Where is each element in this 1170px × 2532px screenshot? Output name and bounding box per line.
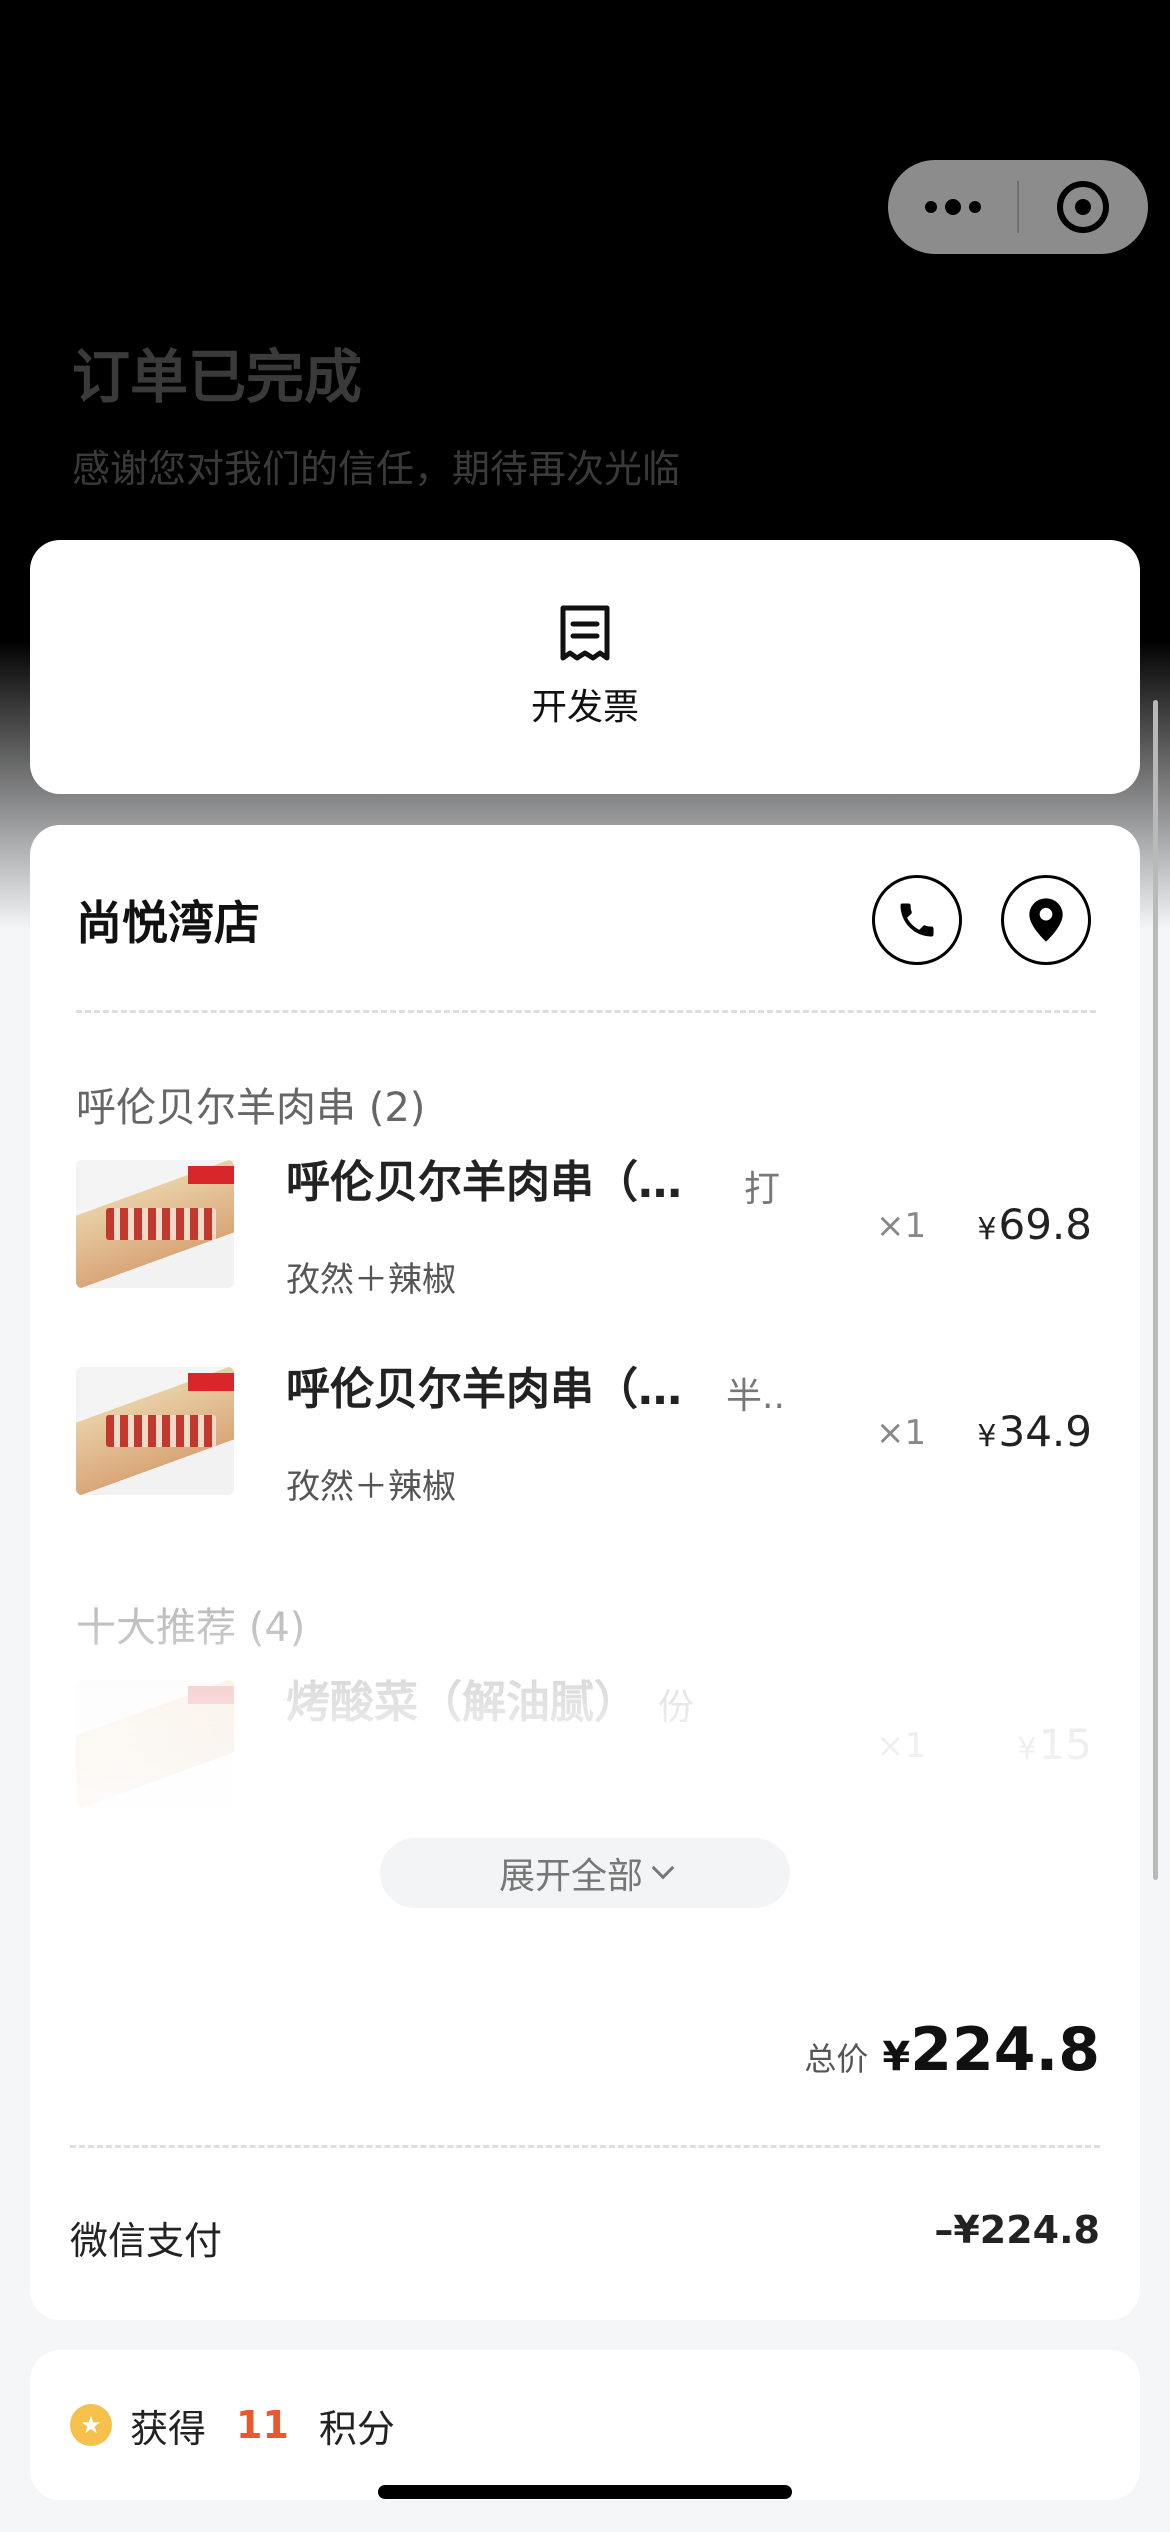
total-currency: ¥ xyxy=(882,2034,911,2080)
scroll-indicator xyxy=(1153,700,1158,1880)
total-value: 224.8 xyxy=(910,2015,1100,2085)
item-price: ¥34.9 xyxy=(977,1407,1092,1456)
close-button[interactable] xyxy=(1019,160,1148,254)
item-thumbnail xyxy=(76,1367,234,1495)
payment-method: 微信支付 xyxy=(70,2219,223,2263)
item-quantity: ×1 xyxy=(876,1413,927,1453)
invoice-button[interactable]: 开发票 xyxy=(30,540,1140,794)
item-price: ¥15 xyxy=(1017,1720,1092,1769)
points-card: ★ 获得 11 积分 xyxy=(30,2350,1140,2500)
section-divider xyxy=(70,2145,1100,2148)
chevron-down-icon xyxy=(651,1856,675,1880)
section-divider xyxy=(76,1010,1096,1013)
mini-program-capsule xyxy=(888,160,1148,254)
item-spec: 份 xyxy=(658,1687,695,1728)
order-item[interactable]: 呼伦贝尔羊肉串（… 打 孜然＋辣椒 ×1 ¥69.8 xyxy=(76,1140,1126,1300)
item-options: 孜然＋辣椒 xyxy=(286,1467,456,1507)
store-location-button[interactable] xyxy=(1001,875,1091,965)
call-store-button[interactable] xyxy=(872,875,962,965)
points-prefix: 获得 xyxy=(130,2406,207,2451)
star-icon: ★ xyxy=(70,2404,112,2446)
points-suffix: 积分 xyxy=(318,2406,395,2451)
item-name: 烤酸菜（解油腻） xyxy=(286,1677,638,1728)
item-spec: 打 xyxy=(744,1169,781,1210)
order-status-subtitle: 感谢您对我们的信任，期待再次光临 xyxy=(72,447,681,491)
order-item[interactable]: 呼伦贝尔羊肉串（… 半.. 孜然＋辣椒 ×1 ¥34.9 xyxy=(76,1347,1126,1507)
item-name: 呼伦贝尔羊肉串（… xyxy=(286,1364,682,1415)
group-title: 十大推荐 (4) xyxy=(76,1605,306,1651)
total-price: 总价 ¥ 224.8 xyxy=(804,2015,1100,2085)
expand-all-label: 展开全部 xyxy=(498,1856,643,1897)
receipt-icon xyxy=(560,605,610,661)
item-quantity: ×1 xyxy=(876,1726,927,1766)
invoice-label: 开发票 xyxy=(530,687,639,728)
more-icon xyxy=(924,199,981,215)
close-target-icon xyxy=(1057,181,1110,233)
order-status-title: 订单已完成 xyxy=(72,343,363,411)
item-quantity: ×1 xyxy=(876,1206,927,1246)
phone-icon xyxy=(900,903,934,937)
location-pin-icon xyxy=(1029,898,1063,942)
item-thumbnail xyxy=(76,1680,234,1808)
item-price: ¥69.8 xyxy=(977,1200,1092,1249)
group-title: 呼伦贝尔羊肉串 (2) xyxy=(76,1085,426,1131)
expand-all-button[interactable]: 展开全部 xyxy=(380,1838,790,1908)
item-options: 孜然＋辣椒 xyxy=(286,1260,456,1300)
home-indicator xyxy=(378,2485,792,2499)
item-name: 呼伦贝尔羊肉串（… xyxy=(286,1157,682,1208)
more-button[interactable] xyxy=(888,160,1017,254)
order-detail-card: 尚悦湾店 呼伦贝尔羊肉串 (2) 呼伦贝尔羊肉串（… 打 孜然＋辣椒 ×1 ¥6… xyxy=(30,825,1140,2320)
total-label: 总价 xyxy=(804,2040,869,2078)
item-thumbnail xyxy=(76,1160,234,1288)
store-name: 尚悦湾店 xyxy=(76,896,260,950)
item-spec: 半.. xyxy=(726,1376,785,1417)
payment-amount: –¥224.8 xyxy=(934,2208,1100,2252)
order-item[interactable]: 烤酸菜（解油腻） 份 ×1 ¥15 xyxy=(76,1660,1126,1820)
points-value: 11 xyxy=(236,2403,289,2447)
